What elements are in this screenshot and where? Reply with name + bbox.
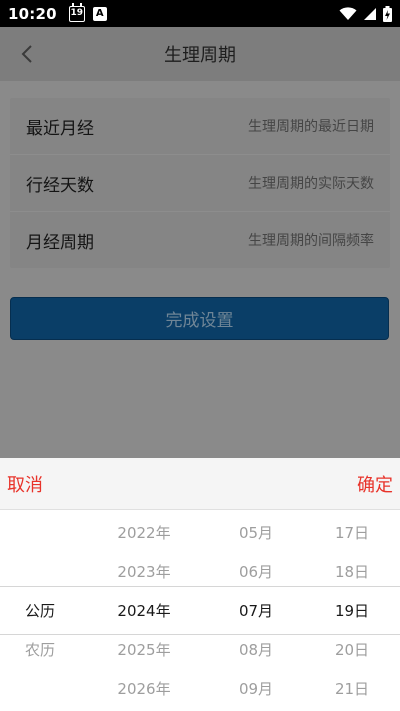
form-placeholder: 生理周期的最近日期 (248, 119, 374, 135)
wheel-item[interactable]: 05月 (214, 521, 298, 545)
chevron-left-icon (21, 45, 32, 63)
wheel-item[interactable]: 19日 (312, 599, 392, 623)
wheel-item[interactable]: 20日 (312, 638, 392, 662)
wheel-item[interactable]: 07月 (214, 599, 298, 623)
battery-charging-icon (383, 5, 392, 22)
calendar-icon: 19 (68, 2, 85, 22)
app-header: 生理周期 (0, 27, 400, 81)
status-icons (339, 5, 392, 22)
form-placeholder: 生理周期的实际天数 (248, 176, 374, 192)
wheel-item[interactable]: 06月 (214, 560, 298, 584)
wheel-item[interactable]: 18日 (312, 560, 392, 584)
wheel-item[interactable]: 2025年 (98, 638, 190, 662)
back-button[interactable] (14, 41, 40, 67)
wheel-item[interactable]: 2024年 (98, 599, 190, 623)
cycle-form: 最近月经 生理周期的最近日期 行经天数 生理周期的实际天数 月经周期 生理周期的… (10, 98, 390, 268)
picker-wheels: 公历 农历 2022年 2023年 2024年 2025年 2026年 05月 … (0, 511, 400, 711)
wheel-item[interactable]: 农历 (0, 638, 80, 662)
picker-toolbar: 取消 确定 (0, 458, 400, 510)
month-wheel[interactable]: 05月 06月 07月 08月 09月 (214, 511, 298, 711)
wheel-item[interactable]: 2023年 (98, 560, 190, 584)
year-wheel[interactable]: 2022年 2023年 2024年 2025年 2026年 (98, 511, 190, 711)
wheel-item[interactable]: 09月 (214, 677, 298, 701)
confirm-button[interactable]: 确定 (357, 471, 393, 497)
wheel-item[interactable]: 公历 (0, 599, 80, 623)
day-wheel[interactable]: 17日 18日 19日 20日 21日 (312, 511, 392, 711)
wifi-icon (339, 6, 357, 20)
status-time: 10:20 (8, 4, 57, 23)
wheel-item[interactable]: 2022年 (98, 521, 190, 545)
wheel-item[interactable]: 2026年 (98, 677, 190, 701)
cancel-button[interactable]: 取消 (7, 471, 43, 497)
content-area: 最近月经 生理周期的最近日期 行经天数 生理周期的实际天数 月经周期 生理周期的… (0, 81, 400, 458)
page-title: 生理周期 (164, 45, 236, 66)
signal-icon (364, 7, 376, 20)
date-picker-sheet: 取消 确定 公历 农历 2022年 2023年 2024年 2025年 2026… (0, 458, 400, 711)
form-label: 行经天数 (26, 175, 94, 196)
wheel-item[interactable]: 17日 (312, 521, 392, 545)
finish-setup-button[interactable]: 完成设置 (10, 297, 389, 340)
notification-a-icon: A (92, 6, 107, 21)
form-row-period-days[interactable]: 行经天数 生理周期的实际天数 (10, 155, 390, 211)
form-placeholder: 生理周期的间隔频率 (248, 233, 374, 249)
wheel-item[interactable]: 21日 (312, 677, 392, 701)
wheel-item[interactable]: 08月 (214, 638, 298, 662)
form-row-last-period[interactable]: 最近月经 生理周期的最近日期 (10, 98, 390, 154)
form-label: 月经周期 (26, 232, 94, 253)
form-row-cycle-length[interactable]: 月经周期 生理周期的间隔频率 (10, 212, 390, 268)
status-bar: 10:20 19 A (0, 0, 400, 27)
calendar-type-wheel[interactable]: 公历 农历 (0, 511, 80, 711)
form-label: 最近月经 (26, 118, 94, 139)
